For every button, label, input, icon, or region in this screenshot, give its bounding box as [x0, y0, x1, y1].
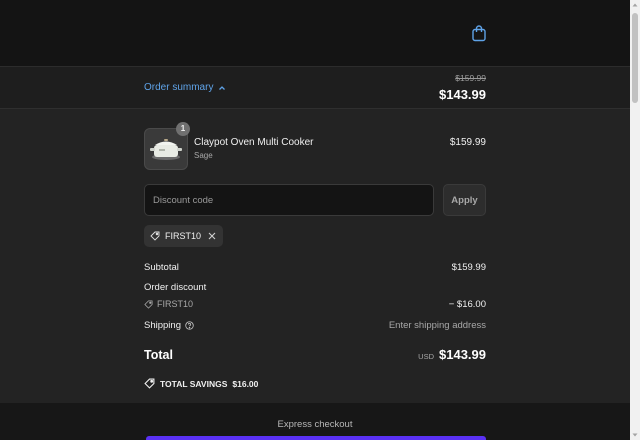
- chevron-up-icon: [219, 85, 226, 90]
- order-summary-label: Order summary: [144, 82, 214, 93]
- product-variant: Sage: [194, 151, 213, 160]
- tag-icon: [144, 378, 155, 389]
- order-discount-code-text: FIRST10: [157, 299, 194, 309]
- summary-total: $143.99: [439, 87, 486, 102]
- order-summary-bar: Order summary $159.99 $143.99: [0, 67, 630, 109]
- apply-discount-button[interactable]: Apply: [443, 184, 486, 216]
- total-amount: USD $143.99: [418, 347, 486, 362]
- order-discount-value: − $16.00: [448, 299, 486, 310]
- total-value: $143.99: [439, 347, 486, 362]
- applied-discount-chip: FIRST10: [144, 225, 224, 247]
- product-price: $159.99: [449, 137, 486, 148]
- total-savings-value: $16.00: [232, 378, 259, 389]
- express-checkout-button[interactable]: [146, 436, 486, 440]
- total-savings-label: TOTAL SAVINGS: [160, 378, 228, 389]
- header: [0, 0, 630, 67]
- total-currency: USD: [418, 352, 434, 361]
- express-checkout-section: Express checkout: [0, 403, 630, 440]
- help-circle-icon[interactable]: [185, 321, 194, 330]
- applied-discount-code: FIRST10: [165, 231, 202, 241]
- tag-icon: [144, 299, 153, 309]
- quantity-badge: 1: [176, 122, 190, 136]
- scroll-down-arrow-icon[interactable]: [632, 432, 638, 438]
- scrollbar-thumb[interactable]: [632, 13, 638, 103]
- order-discount-code: FIRST10: [144, 299, 193, 309]
- order-summary-content: 1 Claypot Oven Multi Cooker Sage $159.99…: [0, 109, 630, 403]
- product-name: Claypot Oven Multi Cooker: [194, 137, 314, 148]
- subtotal-value: $159.99: [451, 262, 486, 273]
- subtotal-label: Subtotal: [144, 262, 179, 273]
- remove-discount-icon[interactable]: [208, 232, 216, 240]
- original-total: $159.99: [455, 73, 486, 83]
- scrollbar[interactable]: [630, 0, 640, 440]
- discount-code-input[interactable]: [144, 184, 434, 216]
- total-label: Total: [144, 348, 173, 362]
- shipping-row: Shipping: [144, 320, 194, 331]
- total-savings: TOTAL SAVINGS $16.00: [144, 378, 258, 389]
- shopping-bag-icon[interactable]: [470, 24, 488, 42]
- order-discount-label: Order discount: [144, 282, 207, 293]
- scroll-up-arrow-icon[interactable]: [632, 2, 638, 8]
- shipping-value: Enter shipping address: [388, 320, 486, 331]
- tag-icon: [150, 231, 160, 241]
- express-checkout-label: Express checkout: [277, 419, 353, 430]
- order-summary-toggle[interactable]: Order summary: [144, 82, 226, 93]
- shipping-label: Shipping: [144, 320, 181, 331]
